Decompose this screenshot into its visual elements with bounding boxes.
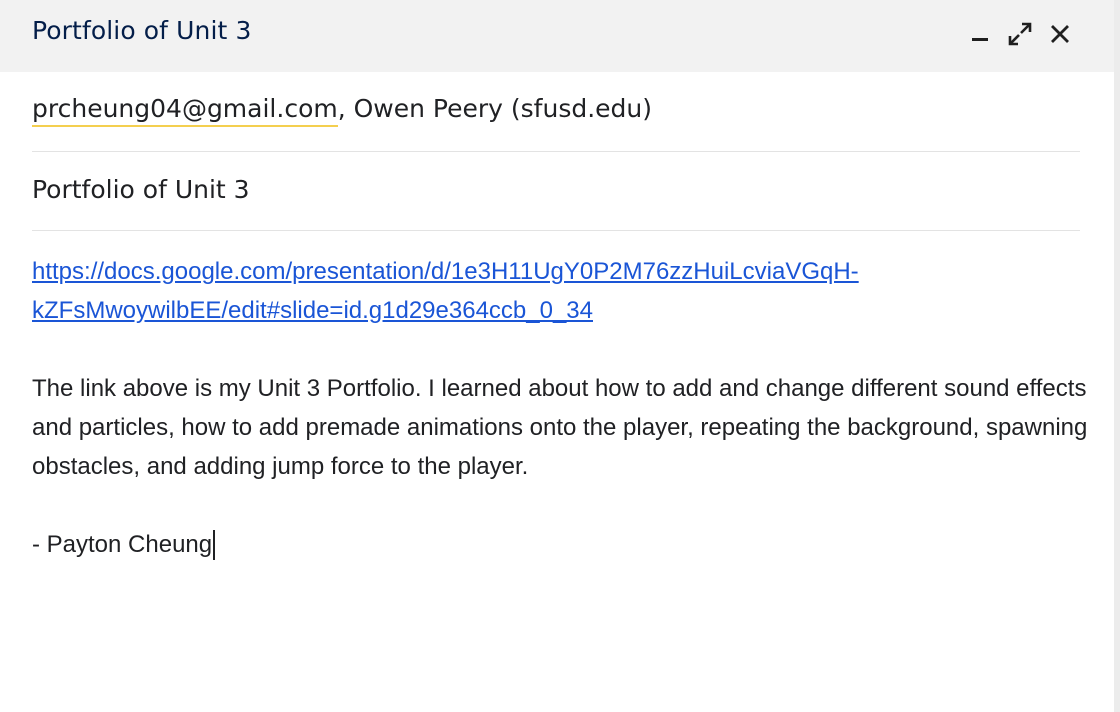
recipient-chip-primary[interactable]: prcheung04@gmail.com (32, 94, 338, 127)
subject-input[interactable]: Portfolio of Unit 3 (32, 175, 250, 204)
recipient-separator: , (337, 94, 346, 123)
portfolio-link[interactable]: https://docs.google.com/presentation/d/1… (32, 252, 952, 330)
recipients-list: prcheung04@gmail.com, Owen Peery (sfusd.… (32, 94, 652, 127)
compose-title: Portfolio of Unit 3 (32, 16, 252, 45)
portfolio-link-line2: kZFsMwoywilbEE/edit#slide=id.g1d29e364cc… (32, 297, 593, 324)
compose-titlebar[interactable]: Portfolio of Unit 3 (0, 0, 1114, 72)
portfolio-link-line1: https://docs.google.com/presentation/d/1… (32, 258, 859, 285)
close-button[interactable] (1040, 16, 1080, 52)
message-body[interactable]: https://docs.google.com/presentation/d/1… (32, 252, 1092, 564)
window-controls (960, 16, 1080, 52)
body-paragraph: The link above is my Unit 3 Portfolio. I… (32, 375, 1088, 480)
recipients-field[interactable]: prcheung04@gmail.com, Owen Peery (sfusd.… (32, 72, 1080, 152)
expand-button[interactable] (1000, 16, 1040, 52)
minimize-icon (972, 38, 988, 41)
expand-icon (1008, 22, 1032, 46)
signature-line: - Payton Cheung (32, 525, 216, 564)
text-cursor (213, 529, 216, 560)
compose-window: Portfolio of Unit 3 prcheung04@gmail.com… (0, 0, 1120, 712)
signature-text: - Payton Cheung (32, 531, 213, 558)
recipient-chip-secondary[interactable]: Owen Peery (sfusd.edu) (354, 94, 652, 123)
subject-field[interactable]: Portfolio of Unit 3 (32, 152, 1080, 231)
window-edge (1114, 0, 1120, 712)
close-icon (1051, 25, 1069, 43)
minimize-button[interactable] (960, 16, 1000, 52)
